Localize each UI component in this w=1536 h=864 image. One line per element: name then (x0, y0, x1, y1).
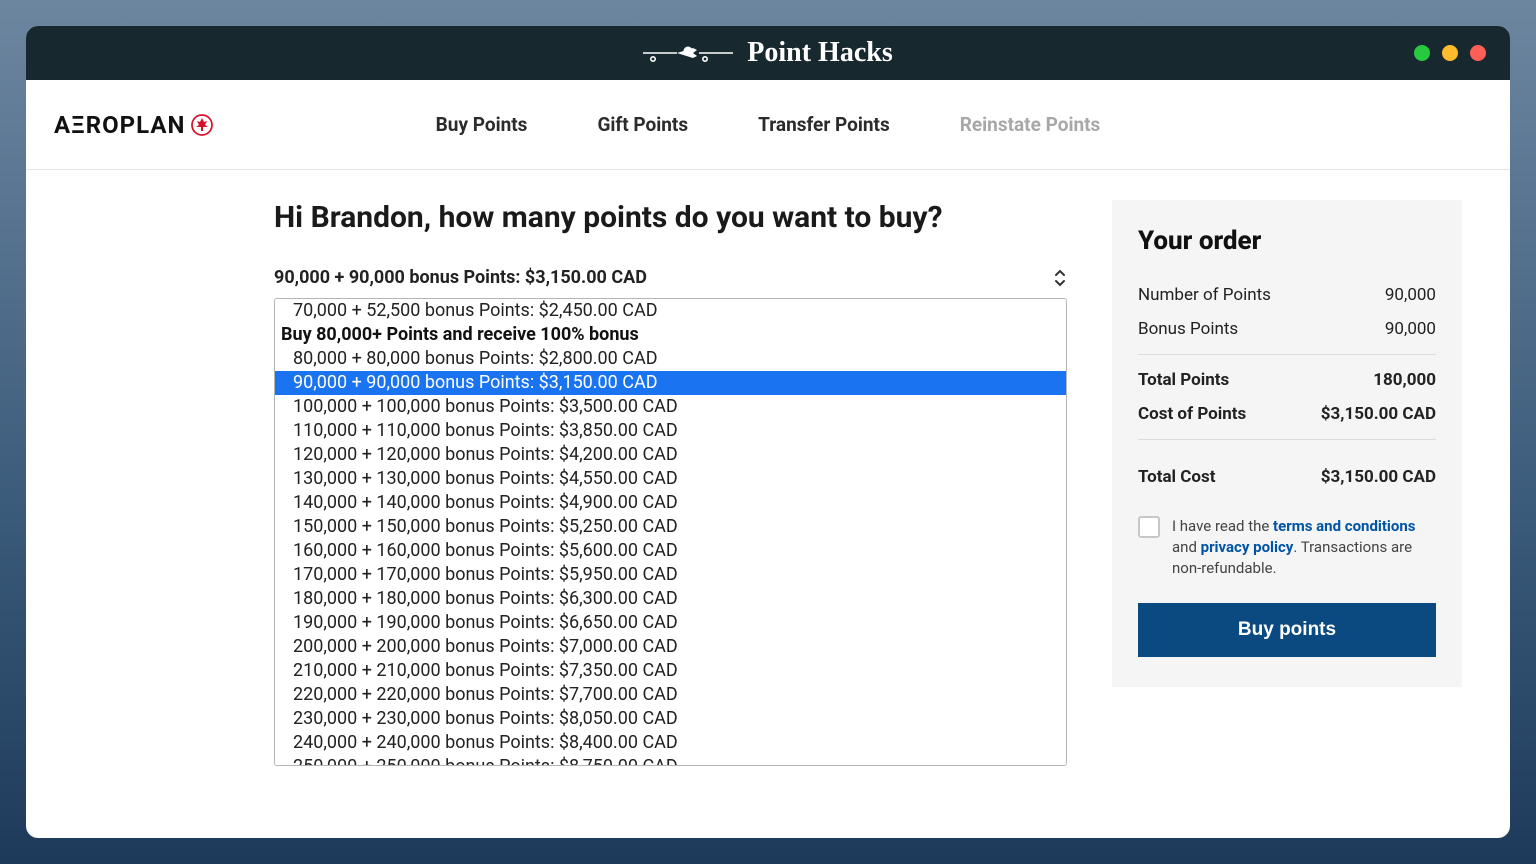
brand-name: AΞROPLAN (54, 111, 185, 139)
nav-links: Buy Points Gift Points Transfer Points Rein… (436, 113, 1101, 136)
nav-bar: AΞROPLAN Buy Points Gift Points Transfer P… (26, 80, 1510, 170)
points-select[interactable]: 90,000 + 90,000 bonus Points: $3,150.00 … (274, 263, 1067, 298)
site-title: Point Hacks (747, 37, 892, 69)
plane-icon (643, 40, 733, 66)
points-option[interactable]: 80,000 + 80,000 bonus Points: $2,800.00 … (275, 347, 1066, 371)
points-option[interactable]: 240,000 + 240,000 bonus Points: $8,400.0… (275, 731, 1066, 755)
label: Number of Points (1138, 285, 1271, 305)
top-bar: Point Hacks (26, 26, 1510, 80)
brand-logo[interactable]: AΞROPLAN (54, 111, 213, 139)
points-option[interactable]: 100,000 + 100,000 bonus Points: $3,500.0… (275, 395, 1066, 419)
points-option[interactable]: 130,000 + 130,000 bonus Points: $4,550.0… (275, 467, 1066, 491)
points-option[interactable]: 140,000 + 140,000 bonus Points: $4,900.0… (275, 491, 1066, 515)
divider (1138, 354, 1436, 355)
window-maximize-icon[interactable] (1442, 45, 1458, 61)
points-option[interactable]: 90,000 + 90,000 bonus Points: $3,150.00 … (275, 371, 1066, 395)
main-column: Hi Brandon, how many points do you want … (274, 200, 1067, 838)
app-frame: Point Hacks AΞROPLAN Buy Points Gift Poin… (26, 26, 1510, 838)
options-group-header: Buy 80,000+ Points and receive 100% bonu… (275, 323, 1066, 347)
divider (1138, 439, 1436, 440)
order-row-total-points: Total Points 180,000 (1138, 363, 1436, 397)
points-option[interactable]: 210,000 + 210,000 bonus Points: $7,350.0… (275, 659, 1066, 683)
points-option[interactable]: 220,000 + 220,000 bonus Points: $7,700.0… (275, 683, 1066, 707)
terms-checkbox[interactable] (1138, 516, 1160, 538)
content: Hi Brandon, how many points do you want … (26, 170, 1510, 838)
value: $3,150.00 CAD (1321, 404, 1436, 424)
order-row-bonus-points: Bonus Points 90,000 (1138, 312, 1436, 346)
window-minimize-icon[interactable] (1414, 45, 1430, 61)
points-option[interactable]: 250,000 + 250,000 bonus Points: $8,750.0… (275, 755, 1066, 766)
terms-row: I have read the terms and conditions and… (1138, 516, 1436, 579)
points-option[interactable]: 190,000 + 190,000 bonus Points: $6,650.0… (275, 611, 1066, 635)
label: Cost of Points (1138, 404, 1246, 424)
points-select-value: 90,000 + 90,000 bonus Points: $3,150.00 … (274, 267, 647, 288)
side-column: Your order Number of Points 90,000 Bonus… (1112, 200, 1462, 838)
value: 90,000 (1385, 319, 1436, 339)
label: Bonus Points (1138, 319, 1238, 339)
order-row-cost-of-points: Cost of Points $3,150.00 CAD (1138, 397, 1436, 431)
site-title-wrap: Point Hacks (643, 37, 892, 69)
points-option[interactable]: 230,000 + 230,000 bonus Points: $8,050.0… (275, 707, 1066, 731)
points-option[interactable]: 120,000 + 120,000 bonus Points: $4,200.0… (275, 443, 1066, 467)
points-option[interactable]: 150,000 + 150,000 bonus Points: $5,250.0… (275, 515, 1066, 539)
nav-item-reinstate-points: Reinstate Points (960, 113, 1101, 136)
page-title: Hi Brandon, how many points do you want … (274, 200, 1067, 235)
value: 90,000 (1385, 285, 1436, 305)
terms-and-conditions-link[interactable]: terms and conditions (1273, 517, 1415, 535)
terms-text: I have read the terms and conditions and… (1172, 516, 1436, 579)
points-option[interactable]: 70,000 + 52,500 bonus Points: $2,450.00 … (275, 299, 1066, 323)
nav-item-transfer-points[interactable]: Transfer Points (758, 113, 890, 136)
value: $3,150.00 CAD (1321, 467, 1436, 487)
points-option[interactable]: 170,000 + 170,000 bonus Points: $5,950.0… (275, 563, 1066, 587)
label: Total Points (1138, 370, 1229, 390)
order-row-total-cost: Total Cost $3,150.00 CAD (1138, 460, 1436, 494)
label: Total Cost (1138, 467, 1215, 487)
nav-item-buy-points[interactable]: Buy Points (436, 113, 528, 136)
select-chevrons-icon (1053, 268, 1067, 288)
points-option[interactable]: 110,000 + 110,000 bonus Points: $3,850.0… (275, 419, 1066, 443)
privacy-policy-link[interactable]: privacy policy (1201, 538, 1294, 556)
order-title: Your order (1138, 226, 1436, 256)
nav-item-gift-points[interactable]: Gift Points (597, 113, 688, 136)
points-options-list[interactable]: 70,000 + 52,500 bonus Points: $2,450.00 … (274, 298, 1067, 766)
window-controls (1414, 45, 1486, 61)
points-option[interactable]: 180,000 + 180,000 bonus Points: $6,300.0… (275, 587, 1066, 611)
order-row-number-of-points: Number of Points 90,000 (1138, 278, 1436, 312)
value: 180,000 (1373, 370, 1436, 390)
window-close-icon[interactable] (1470, 45, 1486, 61)
points-option[interactable]: 200,000 + 200,000 bonus Points: $7,000.0… (275, 635, 1066, 659)
points-option[interactable]: 160,000 + 160,000 bonus Points: $5,600.0… (275, 539, 1066, 563)
order-summary: Your order Number of Points 90,000 Bonus… (1112, 200, 1462, 687)
buy-points-button[interactable]: Buy points (1138, 603, 1436, 657)
maple-leaf-icon (191, 114, 213, 136)
